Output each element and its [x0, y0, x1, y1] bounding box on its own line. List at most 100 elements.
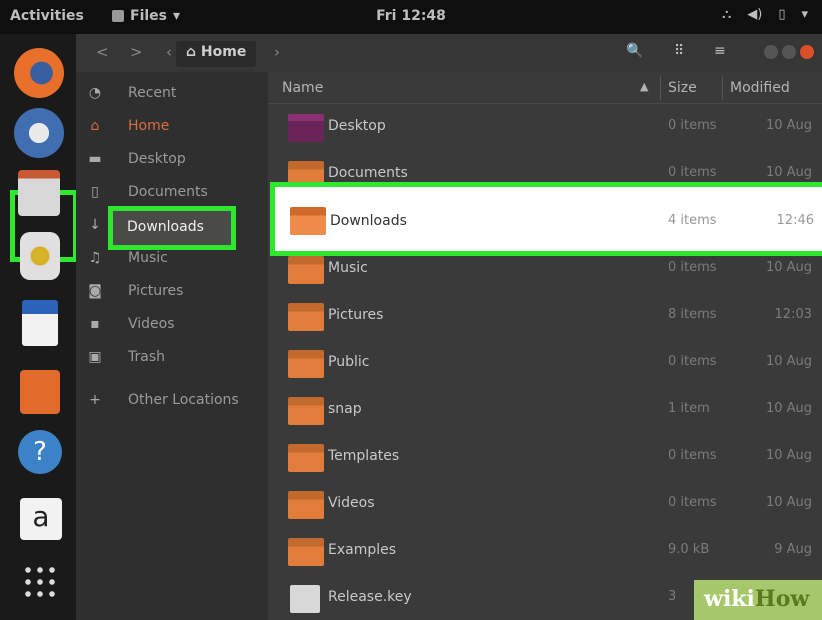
- file-size: 1 item: [668, 401, 710, 416]
- dock: ? a: [0, 34, 78, 620]
- forward-button[interactable]: >: [130, 43, 143, 61]
- modified-column-header[interactable]: Modified: [730, 80, 790, 96]
- desktop-icon: ▬: [88, 151, 102, 167]
- sidebar-item-desktop[interactable]: ▬ Desktop: [76, 144, 268, 176]
- header-bar: < > ‹ ⌂ Home › 🔍 ⠿ ≡: [76, 34, 822, 72]
- table-row[interactable]: Music 0 items 10 Aug: [268, 246, 822, 293]
- downloads-folder-icon: [290, 207, 326, 235]
- thunderbird-icon[interactable]: [14, 108, 64, 158]
- recent-icon: ◔: [88, 85, 102, 101]
- file-modified: 12:03: [774, 307, 812, 322]
- home-icon: ⌂: [90, 118, 100, 134]
- chevron-right-icon[interactable]: ›: [274, 43, 280, 61]
- software-center-icon[interactable]: [20, 370, 60, 414]
- writer-icon[interactable]: [22, 300, 58, 346]
- name-column-header[interactable]: Name: [282, 80, 323, 96]
- system-tray[interactable]: ⛬ ◀) ▯ ▾: [722, 7, 808, 22]
- close-button[interactable]: [800, 45, 814, 59]
- pictures-folder-icon: [288, 303, 324, 331]
- file-list: Name ▲ Size Modified Desktop 0 items 10 …: [268, 72, 822, 620]
- file-name: Pictures: [328, 307, 384, 323]
- file-modified: 9 Aug: [774, 542, 812, 557]
- sidebar-item-home[interactable]: ⌂ Home: [76, 111, 268, 143]
- show-apps-icon[interactable]: [22, 564, 58, 600]
- column-separator: [722, 76, 723, 100]
- sidebar-item-label: Other Locations: [128, 392, 239, 408]
- files-icon[interactable]: [18, 170, 60, 216]
- breadcrumb-label: Home: [200, 44, 247, 60]
- top-panel: Activities Files ▾ Fri 12:48 ⛬ ◀) ▯ ▾: [0, 0, 822, 34]
- file-name: Public: [328, 354, 370, 370]
- sidebar-item-label: Pictures: [128, 283, 184, 299]
- file-modified: 10 Aug: [765, 260, 812, 275]
- trash-icon: ▣: [88, 349, 102, 365]
- music-folder-icon: [288, 256, 324, 284]
- desktop-folder-icon: [288, 114, 324, 142]
- file-name: Desktop: [328, 118, 386, 134]
- amazon-icon[interactable]: a: [20, 498, 62, 540]
- sidebar-item-label: Documents: [128, 184, 208, 200]
- file-size: 4 items: [668, 213, 717, 228]
- breadcrumb-home[interactable]: ⌂ Home: [176, 41, 257, 67]
- file-name: Music: [328, 260, 368, 276]
- menu-caret-icon: ▾: [801, 7, 808, 22]
- public-folder-icon: [288, 350, 324, 378]
- sidebar-item-label: Home: [128, 118, 170, 134]
- table-row[interactable]: Examples 9.0 kB 9 Aug: [268, 528, 822, 575]
- table-row[interactable]: snap 1 item 10 Aug: [268, 387, 822, 434]
- sidebar-item-pictures[interactable]: ◙ Pictures: [76, 276, 268, 308]
- sidebar-item-music[interactable]: ♫ Music: [76, 243, 268, 275]
- downloads-icon: ↓: [89, 217, 101, 233]
- videos-folder-icon: [288, 491, 324, 519]
- sidebar-item-recent[interactable]: ◔ Recent: [76, 78, 268, 110]
- sidebar-item-label: Downloads: [127, 219, 204, 235]
- size-column-header[interactable]: Size: [668, 80, 697, 96]
- firefox-icon[interactable]: [14, 48, 64, 98]
- table-row[interactable]: Public 0 items 10 Aug: [268, 340, 822, 387]
- view-toggle-icon[interactable]: ⠿: [674, 43, 684, 59]
- add-icon: +: [89, 392, 101, 408]
- table-row[interactable]: Videos 0 items 10 Aug: [268, 481, 822, 528]
- table-row[interactable]: Templates 0 items 10 Aug: [268, 434, 822, 481]
- sidebar-item-label: Trash: [128, 349, 165, 365]
- back-button[interactable]: <: [96, 43, 109, 61]
- window-controls: [764, 45, 814, 59]
- sidebar-item-videos[interactable]: ▪ Videos: [76, 309, 268, 341]
- sidebar-item-label: Desktop: [128, 151, 186, 167]
- menu-icon[interactable]: ≡: [714, 43, 726, 59]
- sort-ascending-icon: ▲: [640, 80, 649, 93]
- file-size: 9.0 kB: [668, 542, 710, 557]
- file-name: Templates: [328, 448, 400, 464]
- table-row[interactable]: Desktop 0 items 10 Aug: [268, 104, 822, 151]
- sidebar-item-trash[interactable]: ▣ Trash: [76, 342, 268, 374]
- screen: Activities Files ▾ Fri 12:48 ⛬ ◀) ▯ ▾ ? …: [0, 0, 822, 620]
- file-modified: 10 Aug: [765, 448, 812, 463]
- templates-folder-icon: [288, 444, 324, 472]
- file-modified: 10 Aug: [765, 118, 812, 133]
- search-icon[interactable]: 🔍: [626, 43, 643, 59]
- watermark-how: How: [754, 586, 810, 612]
- file-size: 0 items: [668, 448, 717, 463]
- file-size: 0 items: [668, 165, 717, 180]
- minimize-button[interactable]: [764, 45, 778, 59]
- file-name: Examples: [328, 542, 397, 558]
- file-size: 0 items: [668, 260, 717, 275]
- pictures-icon: ◙: [88, 283, 102, 299]
- file-modified: 12:46: [776, 213, 814, 228]
- network-icon: ⛬: [722, 7, 732, 22]
- help-icon[interactable]: ?: [18, 430, 62, 474]
- rhythmbox-icon[interactable]: [20, 232, 60, 280]
- documents-icon: ▯: [91, 184, 99, 200]
- sidebar-item-label: Recent: [128, 85, 177, 101]
- sidebar-item-documents[interactable]: ▯ Documents: [76, 177, 268, 209]
- table-row[interactable]: Pictures 8 items 12:03: [268, 293, 822, 340]
- table-row-selected[interactable]: Downloads 4 items 12:46: [270, 182, 822, 256]
- file-name: Videos: [328, 495, 375, 511]
- chevron-left-icon[interactable]: ‹: [166, 43, 172, 61]
- clock[interactable]: Fri 12:48: [0, 8, 822, 24]
- sidebar-item-other-locations[interactable]: + Other Locations: [76, 385, 268, 417]
- snap-folder-icon: [288, 397, 324, 425]
- maximize-button[interactable]: [782, 45, 796, 59]
- column-header: Name ▲ Size Modified: [268, 72, 822, 104]
- file-modified: 10 Aug: [765, 401, 812, 416]
